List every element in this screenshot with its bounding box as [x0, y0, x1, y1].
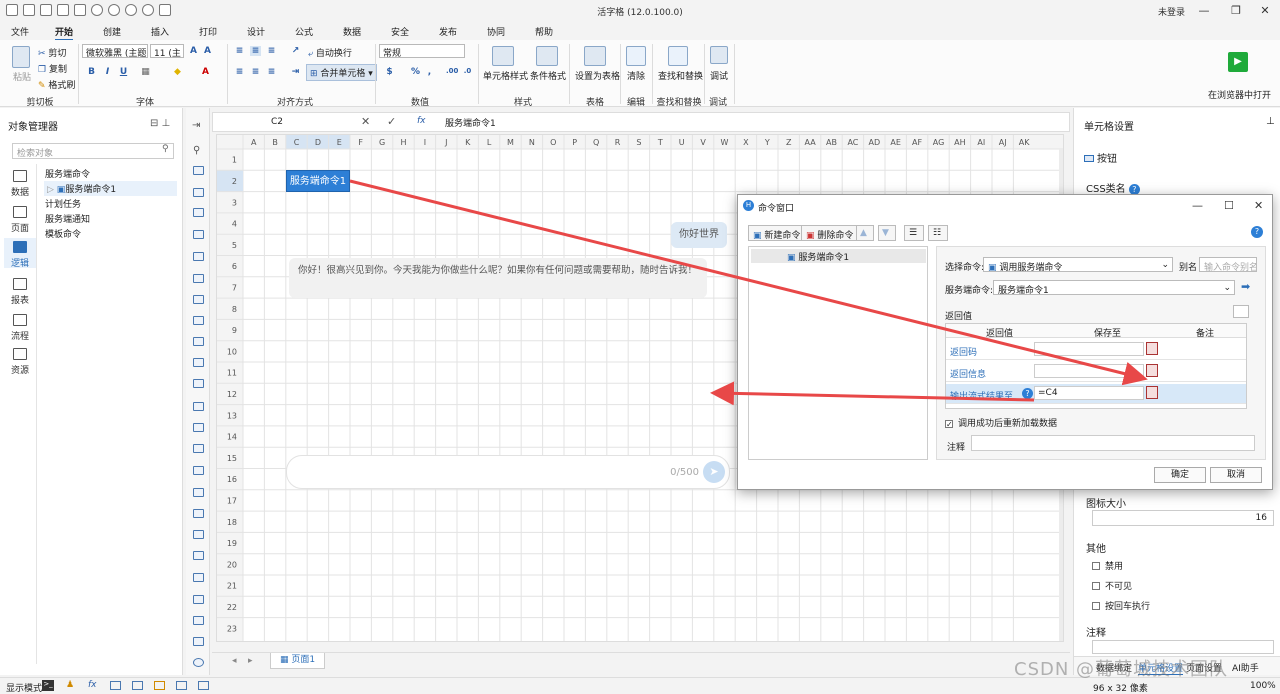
arrow-to-chat: [710, 381, 1035, 406]
watermark: CSDN @葡萄城技术团队: [1014, 659, 1229, 680]
annotation-arrows: [349, 179, 1148, 406]
arrow-to-return-field: [349, 179, 1148, 386]
